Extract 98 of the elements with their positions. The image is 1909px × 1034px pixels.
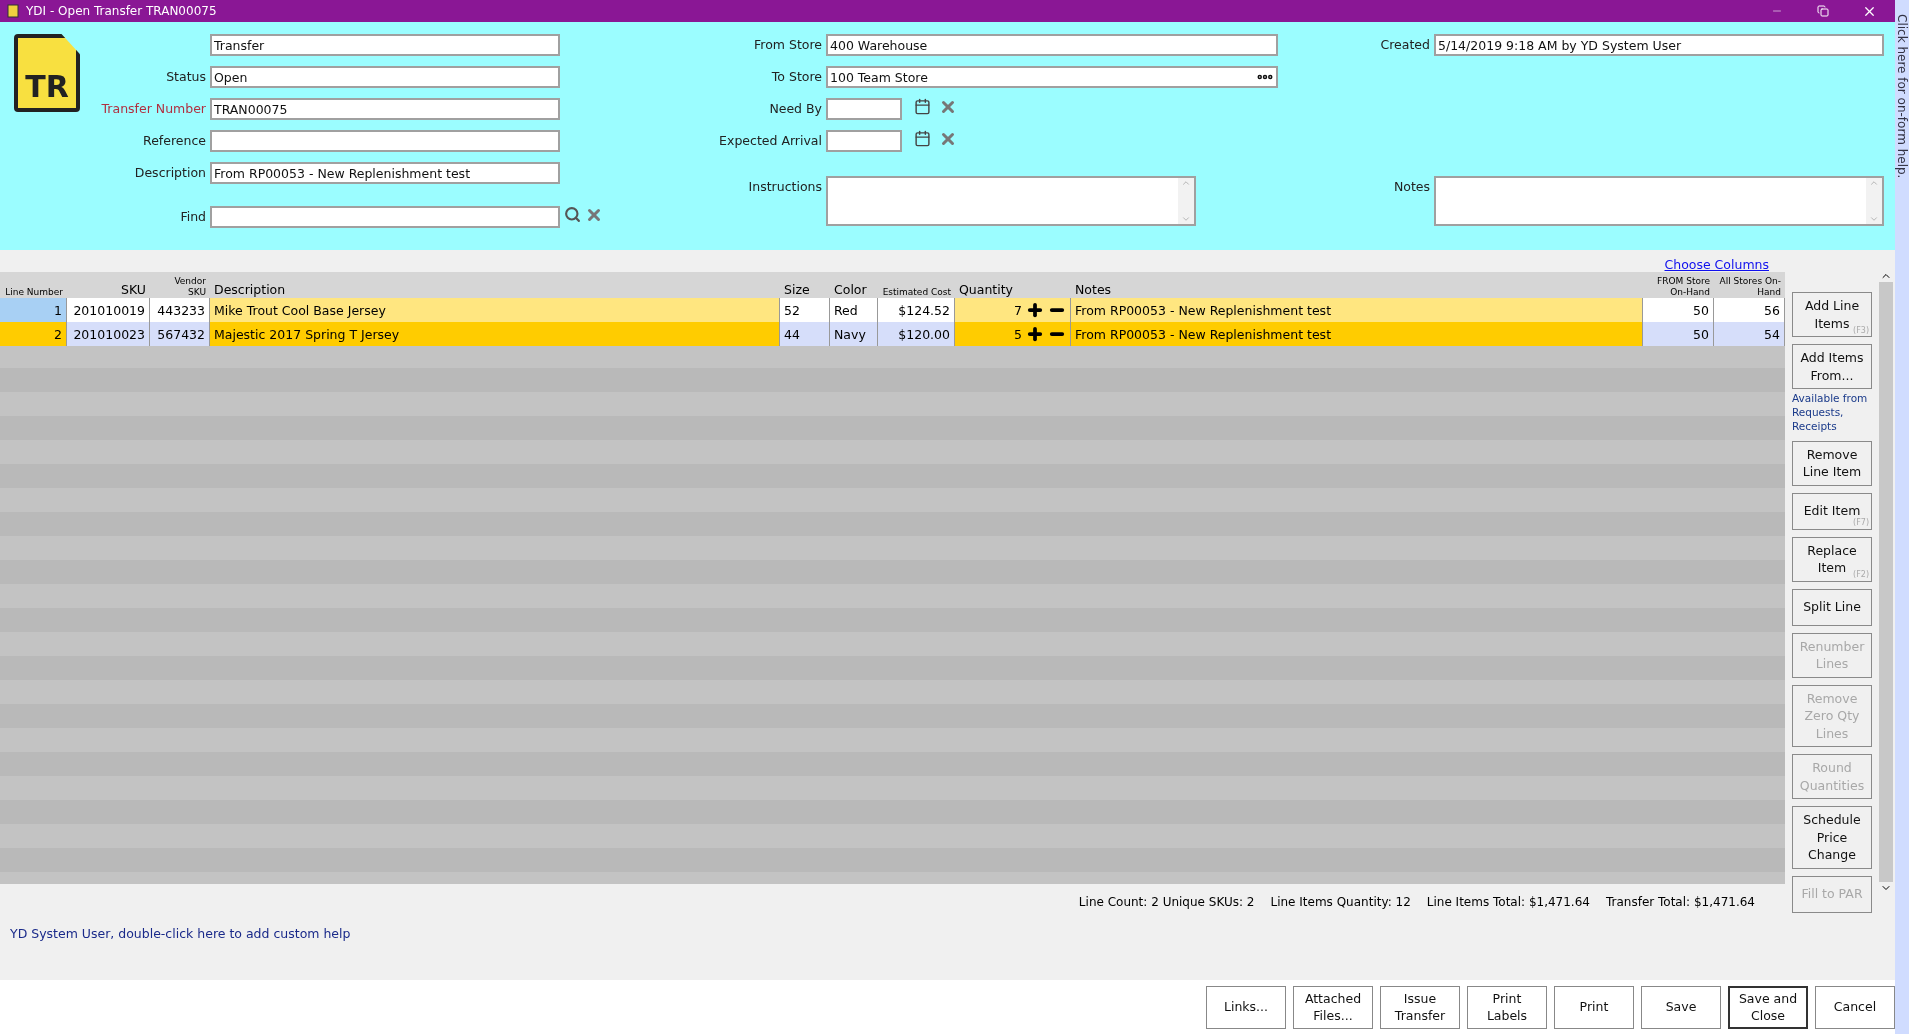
help-strip[interactable]: Click here for on-form help.: [1895, 0, 1909, 1034]
scrollbar-thumb[interactable]: [1879, 282, 1894, 882]
footer-button[interactable]: Links...: [1206, 985, 1286, 1029]
field-label: From Store: [753, 36, 822, 52]
text-field[interactable]: Transfer: [210, 34, 560, 56]
text-field[interactable]: [210, 130, 560, 152]
choose-columns-link[interactable]: Choose Columns: [1664, 257, 1769, 272]
date-field[interactable]: [826, 98, 902, 120]
quantity-cell[interactable]: 5: [955, 322, 1071, 346]
clear-icon[interactable]: [939, 130, 957, 148]
plus-icon[interactable]: [1026, 301, 1044, 319]
table-cell: 567432: [150, 322, 210, 346]
column-header: Size: [780, 272, 830, 298]
search-icon[interactable]: [564, 206, 581, 223]
side-button[interactable]: Edit Item (F7): [1792, 492, 1872, 530]
footer-button[interactable]: Save and Close: [1728, 985, 1808, 1029]
calendar-icon[interactable]: [914, 130, 931, 147]
column-header: Line Number: [0, 272, 67, 298]
column-header: SKU: [67, 272, 150, 298]
table-cell: 44: [780, 322, 830, 346]
store-field[interactable]: 100 Team Store: [826, 66, 1278, 88]
button-note: Available from Requests, Receipts: [1792, 391, 1869, 434]
footer-button[interactable]: Cancel: [1815, 985, 1895, 1029]
column-header: Vendor SKU: [150, 272, 210, 298]
table-cell: Mike Trout Cool Base Jersey: [210, 298, 780, 322]
table-cell: 443233: [150, 298, 210, 322]
footer-button[interactable]: Issue Transfer: [1380, 985, 1460, 1029]
table-cell: 2: [0, 322, 67, 346]
table-cell: Majestic 2017 Spring T Jersey: [210, 322, 780, 346]
table-cell: 201010019: [67, 298, 150, 322]
field-label: Created: [1379, 36, 1430, 52]
store-field[interactable]: 400 Warehouse: [826, 34, 1278, 56]
table-cell: 52: [780, 298, 830, 322]
total-text: Transfer Total: $1,471.64: [1605, 895, 1755, 909]
field-label: Need By: [768, 100, 822, 116]
column-header: Notes: [1071, 272, 1643, 298]
total-text: Line Items Total: $1,471.64: [1426, 895, 1590, 909]
clear-icon[interactable]: [585, 206, 603, 224]
footer-button[interactable]: Save: [1641, 985, 1721, 1029]
date-field[interactable]: [826, 130, 902, 152]
total-text: Line Items Quantity: 12: [1270, 895, 1411, 909]
table-cell: 201010023: [67, 322, 150, 346]
quantity-value: 5: [1014, 326, 1022, 342]
footer-button[interactable]: Print Labels: [1467, 985, 1547, 1029]
clear-icon[interactable]: [939, 98, 957, 116]
side-button[interactable]: Split Line: [1792, 588, 1872, 626]
table-cell: $120.00: [878, 322, 955, 346]
column-header: Color: [830, 272, 878, 298]
hotkey-hint: (F7): [1853, 517, 1869, 529]
table-cell: 54: [1714, 322, 1785, 346]
table-cell: 1: [0, 298, 67, 322]
table-cell: From RP00053 - New Replenishment test: [1071, 322, 1643, 346]
side-button[interactable]: Replace Item (F2): [1792, 536, 1872, 582]
column-header: Description: [210, 272, 780, 298]
window-title: YDI - Open Transfer TRAN00075: [26, 4, 218, 18]
side-button[interactable]: Schedule Price Change: [1792, 806, 1872, 869]
quantity-value: 7: [1014, 302, 1022, 318]
restore-icon[interactable]: [1817, 5, 1829, 17]
column-header: FROM Store On-Hand: [1643, 272, 1714, 298]
on-form-help-text[interactable]: Click here for on-form help.: [1895, 0, 1909, 179]
side-button[interactable]: Add Line Items (F3): [1792, 292, 1872, 337]
transfer-document-logo: TR: [14, 34, 80, 112]
text-field[interactable]: TRAN00075: [210, 98, 560, 120]
field-label: Find: [179, 208, 206, 224]
plus-icon[interactable]: [1026, 325, 1044, 343]
column-header: All Stores On-Hand: [1714, 272, 1785, 298]
table-cell: From RP00053 - New Replenishment test: [1071, 298, 1643, 322]
created-field: 5/14/2019 9:18 AM by YD System User: [1434, 34, 1884, 56]
total-text: Line Count: 2 Unique SKUs: 2: [1078, 895, 1255, 909]
table-cell: 56: [1714, 298, 1785, 322]
table-cell: 50: [1643, 322, 1714, 346]
footer-button[interactable]: Print: [1554, 985, 1634, 1029]
field-label: Reference: [142, 132, 206, 148]
find-field[interactable]: [210, 206, 560, 228]
hotkey-hint: (F3): [1853, 324, 1869, 336]
side-button[interactable]: Add Items From...: [1792, 344, 1872, 389]
text-field[interactable]: From RP00053 - New Replenishment test: [210, 162, 560, 184]
column-header: Estimated Cost: [878, 272, 955, 298]
field-label: Notes: [1392, 178, 1430, 194]
footer-button[interactable]: Attached Files...: [1293, 985, 1373, 1029]
table-cell: $124.52: [878, 298, 955, 322]
field-label: Transfer Number: [100, 100, 206, 116]
table-cell: 50: [1643, 298, 1714, 322]
table-cell: Navy: [830, 322, 878, 346]
side-button[interactable]: Remove Line Item: [1792, 440, 1872, 486]
field-label: Description: [133, 164, 206, 180]
field-label: Status: [165, 68, 206, 84]
field-label: Instructions: [747, 178, 822, 194]
field-label: Expected Arrival: [718, 132, 822, 148]
custom-help-text[interactable]: YD System User, double-click here to add custom help: [10, 926, 351, 941]
table-cell: Red: [830, 298, 878, 322]
hotkey-hint: (F2): [1853, 569, 1869, 581]
calendar-icon[interactable]: [914, 98, 931, 115]
field-label: To Store: [770, 68, 822, 84]
column-header: Quantity: [955, 272, 1071, 298]
app-icon: [6, 4, 20, 18]
text-field[interactable]: Open: [210, 66, 560, 88]
quantity-cell[interactable]: 7: [955, 298, 1071, 322]
